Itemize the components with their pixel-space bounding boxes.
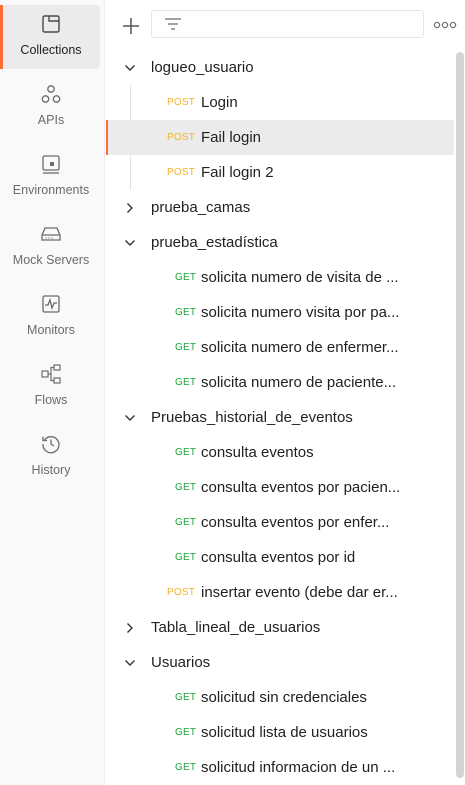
folder-row[interactable]: Usuarios — [106, 645, 454, 680]
request-name: solicita numero de paciente... — [201, 374, 397, 391]
method-badge: GET — [175, 692, 197, 703]
request-row[interactable]: GET solicitud lista de usuarios — [106, 715, 454, 750]
filter-icon — [165, 18, 181, 30]
folder-row[interactable]: Pruebas_historial_de_eventos — [106, 400, 454, 435]
plus-icon[interactable] — [116, 12, 146, 40]
chevron-down-icon[interactable] — [123, 411, 137, 425]
sidebar-item-apis[interactable]: APIs — [2, 75, 100, 139]
sidebar-item-collections[interactable]: Collections — [0, 5, 100, 69]
request-row[interactable]: GET consulta eventos por pacien... — [106, 470, 454, 505]
request-name: solicitud sin credenciales — [201, 689, 367, 706]
folder-name: Usuarios — [151, 654, 211, 671]
method-badge: GET — [175, 727, 197, 738]
sidebar-item-label: Flows — [34, 393, 68, 407]
sidebar-item-mock-servers[interactable]: Mock Servers — [2, 215, 100, 279]
collections-icon — [42, 15, 60, 33]
sidebar-item-label: Monitors — [27, 323, 75, 337]
request-row[interactable]: GET consulta eventos — [106, 435, 454, 470]
request-name: solicita numero visita por pa... — [201, 304, 400, 321]
chevron-down-icon[interactable] — [123, 61, 137, 75]
method-badge: POST — [167, 167, 196, 178]
request-row[interactable]: POST Fail login — [106, 120, 454, 155]
request-name: solicitud lista de usuarios — [201, 724, 368, 741]
method-badge: GET — [175, 342, 197, 353]
request-row[interactable]: GET consulta eventos por id — [106, 540, 454, 575]
sidebar-item-environments[interactable]: Environments — [2, 145, 100, 209]
request-name: Login — [201, 94, 238, 111]
sidebar-item-monitors[interactable]: Monitors — [2, 285, 100, 349]
sidebar-item-label: Mock Servers — [12, 253, 90, 267]
request-name: solicita numero de visita de ... — [201, 269, 399, 286]
method-badge: POST — [167, 587, 196, 598]
sidebar-item-label: APIs — [37, 113, 65, 127]
request-name: consulta eventos por enfer... — [201, 514, 390, 531]
chevron-right-icon[interactable] — [123, 621, 137, 635]
request-row[interactable]: GET solicitud informacion de un ... — [106, 750, 454, 785]
request-row[interactable]: GET solicita numero de visita de ... — [106, 260, 454, 295]
filter-input[interactable] — [151, 10, 424, 38]
folder-name: Pruebas_historial_de_eventos — [151, 409, 353, 426]
scrollbar[interactable] — [456, 52, 464, 778]
chevron-down-icon[interactable] — [123, 236, 137, 250]
method-badge: GET — [175, 272, 197, 283]
environments-icon — [42, 155, 60, 174]
method-badge: GET — [175, 517, 197, 528]
method-badge: GET — [175, 762, 197, 773]
sidebar: Collections APIs Environments Mock Serve… — [0, 0, 105, 785]
sidebar-item-label: History — [31, 463, 71, 477]
request-name: solicita numero de enfermer... — [201, 339, 399, 356]
request-row[interactable]: POST Login — [106, 85, 454, 120]
method-badge: GET — [175, 552, 197, 563]
method-badge: GET — [175, 482, 197, 493]
request-row[interactable]: GET solicitud sin credenciales — [106, 680, 454, 715]
folder-row[interactable]: prueba_camas — [106, 190, 454, 225]
folder-name: prueba_estadística — [151, 234, 278, 251]
request-name: solicitud informacion de un ... — [201, 759, 396, 776]
request-name: consulta eventos — [201, 444, 314, 461]
chevron-right-icon[interactable] — [123, 201, 137, 215]
collections-toolbar — [106, 0, 465, 48]
request-row[interactable]: GET solicita numero de paciente... — [106, 365, 454, 400]
request-name: consulta eventos por pacien... — [201, 479, 401, 496]
chevron-down-icon[interactable] — [123, 656, 137, 670]
more-options-icon[interactable] — [432, 14, 458, 36]
collections-panel: logueo_usuario POST Login POST Fail logi… — [106, 0, 465, 785]
method-badge: GET — [175, 447, 197, 458]
request-row[interactable]: GET solicita numero visita por pa... — [106, 295, 454, 330]
history-icon — [42, 436, 60, 454]
flows-icon — [41, 364, 61, 384]
method-badge: POST — [167, 97, 196, 108]
apis-icon — [41, 85, 61, 103]
method-badge: POST — [167, 132, 196, 143]
mock-servers-icon — [41, 227, 61, 241]
folder-row[interactable]: Tabla_lineal_de_usuarios — [106, 610, 454, 645]
request-row[interactable]: GET solicita numero de enfermer... — [106, 330, 454, 365]
sidebar-item-label: Environments — [12, 183, 90, 197]
request-row[interactable]: POST Fail login 2 — [106, 155, 454, 190]
sidebar-item-label: Collections — [20, 43, 82, 57]
request-name: insertar evento (debe dar er... — [201, 584, 398, 601]
request-name: Fail login — [201, 129, 262, 146]
sidebar-item-history[interactable]: History — [2, 425, 100, 489]
sidebar-item-flows[interactable]: Flows — [2, 355, 100, 419]
method-badge: GET — [175, 307, 197, 318]
monitors-icon — [42, 295, 60, 313]
folder-name: logueo_usuario — [151, 59, 254, 76]
request-name: consulta eventos por id — [201, 549, 356, 566]
folder-name: Tabla_lineal_de_usuarios — [151, 619, 321, 636]
request-row[interactable]: POST insertar evento (debe dar er... — [106, 575, 454, 610]
request-name: Fail login 2 — [201, 164, 274, 181]
folder-name: prueba_camas — [151, 199, 251, 216]
folder-row[interactable]: logueo_usuario — [106, 50, 454, 85]
folder-row[interactable]: prueba_estadística — [106, 225, 454, 260]
request-row[interactable]: GET consulta eventos por enfer... — [106, 505, 454, 540]
method-badge: GET — [175, 377, 197, 388]
